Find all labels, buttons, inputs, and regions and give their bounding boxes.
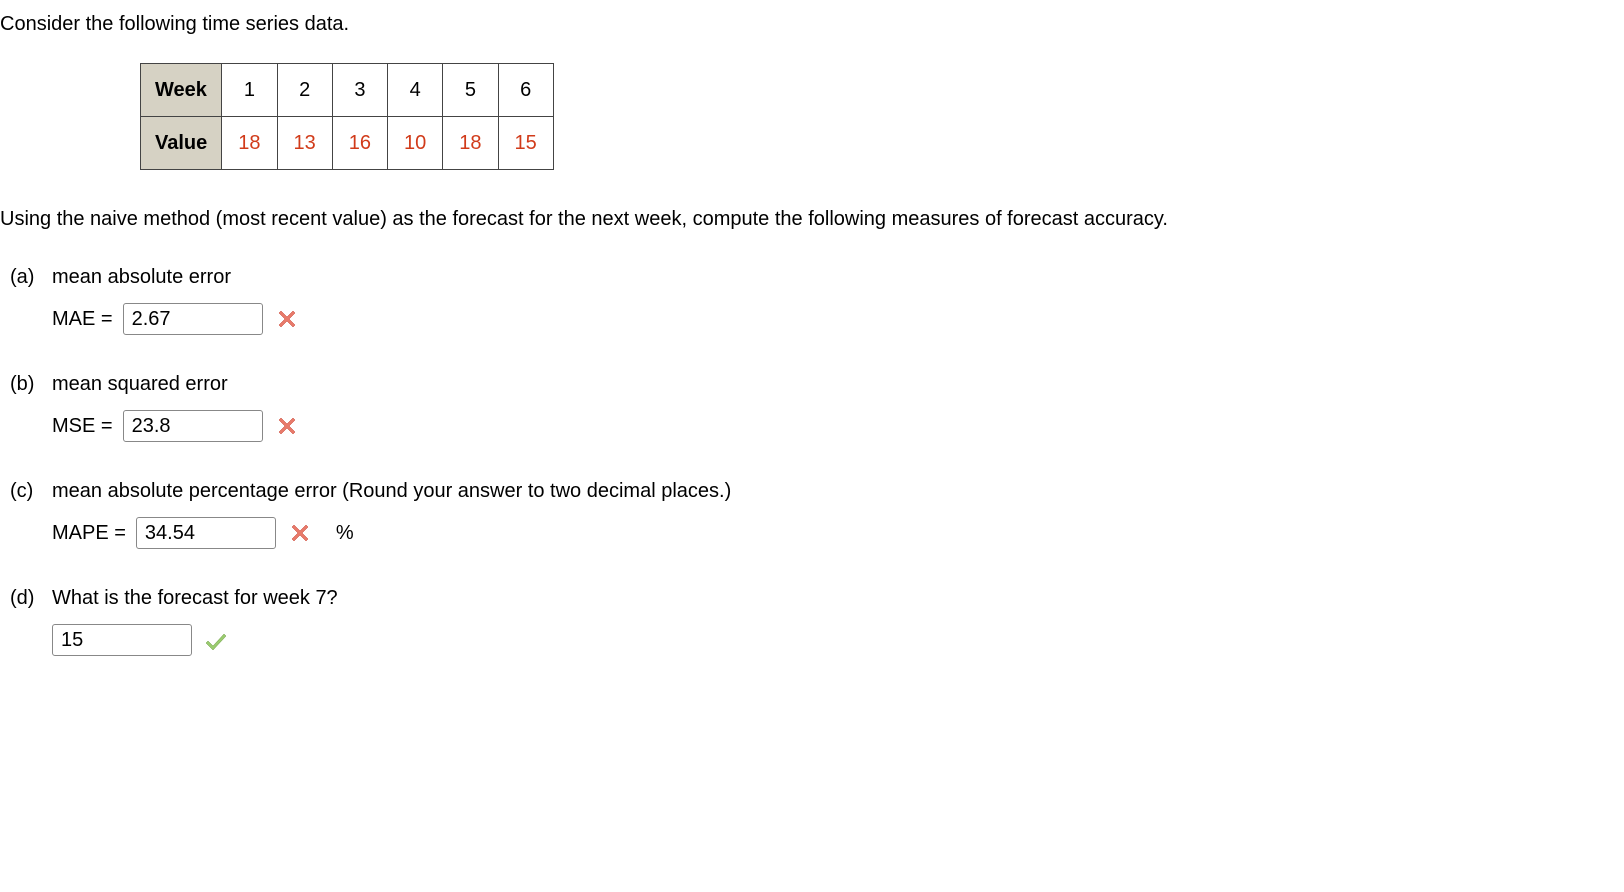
week-cell: 2 [277, 64, 332, 117]
question-b: (b) mean squared error MSE = [0, 370, 1624, 442]
value-cell: 16 [332, 117, 387, 170]
answer-input-mape[interactable] [136, 517, 276, 549]
answer-input-mse[interactable] [123, 410, 263, 442]
question-c: (c) mean absolute percentage error (Roun… [0, 477, 1624, 549]
answer-prefix-c: MAPE = [52, 519, 126, 547]
answer-input-mae[interactable] [123, 303, 263, 335]
question-label-c: (c) [10, 477, 52, 505]
question-title-a: mean absolute error [52, 263, 1624, 291]
value-cell: 15 [498, 117, 553, 170]
week-cell: 6 [498, 64, 553, 117]
value-label-cell: Value [141, 117, 222, 170]
answer-suffix-c: % [336, 519, 354, 547]
timeseries-table: Week 1 2 3 4 5 6 Value 18 13 16 10 18 15 [140, 63, 554, 170]
cross-icon [275, 414, 299, 438]
value-cell: 18 [443, 117, 498, 170]
question-a: (a) mean absolute error MAE = [0, 263, 1624, 335]
check-icon [204, 628, 228, 652]
week-cell: 4 [388, 64, 443, 117]
value-cell: 10 [388, 117, 443, 170]
intro-text: Consider the following time series data. [0, 10, 1624, 38]
question-title-d: What is the forecast for week 7? [52, 584, 1624, 612]
instruction-text: Using the naive method (most recent valu… [0, 205, 1624, 233]
question-label-d: (d) [10, 584, 52, 612]
answer-prefix-a: MAE = [52, 305, 113, 333]
week-cell: 5 [443, 64, 498, 117]
answer-prefix-b: MSE = [52, 412, 113, 440]
week-label-cell: Week [141, 64, 222, 117]
question-label-b: (b) [10, 370, 52, 398]
value-cell: 18 [222, 117, 277, 170]
cross-icon [288, 521, 312, 545]
question-d: (d) What is the forecast for week 7? [0, 584, 1624, 656]
value-cell: 13 [277, 117, 332, 170]
question-title-c: mean absolute percentage error (Round yo… [52, 477, 1624, 505]
table-row: Value 18 13 16 10 18 15 [141, 117, 554, 170]
week-cell: 1 [222, 64, 277, 117]
question-label-a: (a) [10, 263, 52, 291]
table-row: Week 1 2 3 4 5 6 [141, 64, 554, 117]
cross-icon [275, 307, 299, 331]
question-title-b: mean squared error [52, 370, 1624, 398]
answer-input-forecast[interactable] [52, 624, 192, 656]
week-cell: 3 [332, 64, 387, 117]
